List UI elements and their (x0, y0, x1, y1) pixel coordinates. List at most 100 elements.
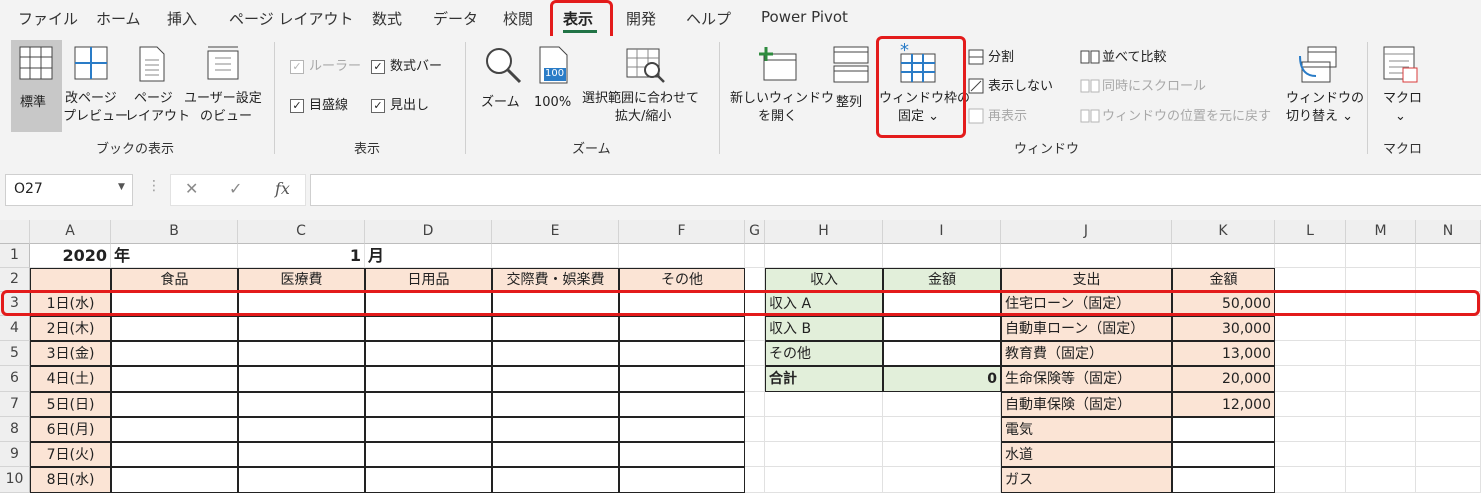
expense-entry-cell[interactable] (111, 341, 238, 366)
custom-views-button[interactable]: ユーザー設定 のビュー (183, 40, 265, 132)
row-header-2[interactable]: 2 (0, 268, 30, 292)
expense-entry-cell[interactable] (492, 442, 619, 467)
row-header-3[interactable]: 3 (0, 292, 30, 316)
cell[interactable] (1346, 467, 1416, 493)
expense-entry-cell[interactable] (238, 341, 365, 366)
view-side-by-side-button[interactable]: 並べて比較 (1102, 49, 1166, 66)
cell[interactable] (1416, 341, 1481, 366)
expense-entry-cell[interactable] (619, 341, 745, 366)
row-header-1[interactable]: 1 (0, 244, 30, 268)
row-header-7[interactable]: 7 (0, 392, 30, 417)
cell-month-unit[interactable]: 月 (365, 244, 492, 268)
cell-month[interactable]: 1 (238, 244, 365, 268)
expense-label-cell[interactable]: 自動車ローン（固定） (1001, 316, 1172, 341)
cell[interactable] (765, 244, 883, 268)
date-cell[interactable]: 6日(月) (30, 417, 111, 442)
row-header-10[interactable]: 10 (0, 467, 30, 493)
expense-entry-cell[interactable] (238, 366, 365, 392)
cancel-icon[interactable]: ✕ (185, 179, 198, 198)
expense-entry-cell[interactable] (365, 292, 492, 316)
cell[interactable] (765, 392, 883, 417)
expense-entry-cell[interactable] (238, 292, 365, 316)
income-amount-cell[interactable] (883, 316, 1001, 341)
date-cell[interactable]: 7日(火) (30, 442, 111, 467)
insert-function-icon[interactable]: fx (275, 179, 290, 198)
row-header-4[interactable]: 4 (0, 316, 30, 341)
column-header-g[interactable]: G (745, 220, 765, 244)
cell[interactable] (619, 244, 745, 268)
header-cell[interactable]: 交際費・娯楽費 (492, 268, 619, 292)
expense-entry-cell[interactable] (238, 316, 365, 341)
tab-help[interactable]: ヘルプ (686, 8, 731, 29)
cell[interactable] (1275, 341, 1346, 366)
expense-amount-cell[interactable]: 12,000 (1172, 392, 1275, 417)
cell[interactable] (1346, 392, 1416, 417)
arrange-all-button[interactable]: 整列 (830, 40, 872, 132)
income-label-cell[interactable]: 収入 A (765, 292, 883, 316)
cell[interactable] (745, 366, 765, 392)
header-cell[interactable] (30, 268, 111, 292)
cell[interactable] (883, 442, 1001, 467)
expense-amount-cell[interactable]: 30,000 (1172, 316, 1275, 341)
date-cell[interactable]: 3日(金) (30, 341, 111, 366)
cell[interactable] (492, 244, 619, 268)
header-cell[interactable]: 日用品 (365, 268, 492, 292)
expense-entry-cell[interactable] (619, 417, 745, 442)
cell[interactable] (745, 417, 765, 442)
income-total-value[interactable]: 0 (883, 366, 1001, 392)
macros-button[interactable]: マクロ ⌄ (1375, 40, 1425, 132)
column-header-j[interactable]: J (1001, 220, 1172, 244)
date-cell[interactable]: 4日(土) (30, 366, 111, 392)
column-header-i[interactable]: I (883, 220, 1001, 244)
zoom-to-selection-button[interactable]: 選択範囲に合わせて 拡大/縮小 (580, 40, 710, 132)
tab-review[interactable]: 校閲 (503, 8, 533, 29)
tab-page-layout[interactable]: ページ レイアウト (229, 8, 353, 29)
cell[interactable] (1346, 292, 1416, 316)
expense-entry-cell[interactable] (111, 292, 238, 316)
expense-entry-cell[interactable] (365, 467, 492, 493)
select-all-corner[interactable] (0, 220, 30, 244)
cell[interactable] (1275, 417, 1346, 442)
cell[interactable] (1346, 244, 1416, 268)
income-label-cell[interactable]: その他 (765, 341, 883, 366)
expense-entry-cell[interactable] (619, 467, 745, 493)
normal-view-button[interactable]: 標準 (11, 40, 62, 132)
date-cell[interactable]: 1日(水) (30, 292, 111, 316)
expense-label-cell[interactable]: 生命保険等（固定） (1001, 366, 1172, 392)
expense-entry-cell[interactable] (492, 341, 619, 366)
column-header-d[interactable]: D (365, 220, 492, 244)
cell[interactable] (1001, 244, 1172, 268)
row-header-5[interactable]: 5 (0, 341, 30, 366)
expense-entry-cell[interactable] (365, 316, 492, 341)
freeze-panes-button[interactable]: * ウィンドウ枠の 固定 ⌄ (876, 40, 970, 132)
cell-year-unit[interactable]: 年 (111, 244, 238, 268)
enter-icon[interactable]: ✓ (229, 179, 242, 198)
column-header-e[interactable]: E (492, 220, 619, 244)
split-button[interactable]: 分割 (988, 49, 1014, 66)
cell[interactable] (883, 392, 1001, 417)
expense-entry-cell[interactable] (111, 442, 238, 467)
cell[interactable] (745, 292, 765, 316)
expense-entry-cell[interactable] (238, 417, 365, 442)
cell[interactable] (1346, 316, 1416, 341)
tab-file[interactable]: ファイル (18, 8, 78, 29)
expense-entry-cell[interactable] (365, 341, 492, 366)
ruler-checkbox[interactable]: ✓ (290, 60, 304, 74)
tab-developer[interactable]: 開発 (626, 8, 656, 29)
expense-entry-cell[interactable] (365, 417, 492, 442)
column-header-m[interactable]: M (1346, 220, 1416, 244)
expense-entry-cell[interactable] (492, 417, 619, 442)
column-header-c[interactable]: C (238, 220, 365, 244)
expense-label-cell[interactable]: 水道 (1001, 442, 1172, 467)
expense-amount-cell[interactable]: 13,000 (1172, 341, 1275, 366)
expense-amount-cell[interactable]: 50,000 (1172, 292, 1275, 316)
header-cell[interactable]: その他 (619, 268, 745, 292)
income-amount-cell[interactable] (883, 341, 1001, 366)
expense-entry-cell[interactable] (619, 442, 745, 467)
zoom-button[interactable]: ズーム (478, 40, 528, 132)
cell[interactable] (1172, 244, 1275, 268)
income-amount-cell[interactable] (883, 292, 1001, 316)
cell[interactable] (765, 417, 883, 442)
expense-amount-cell[interactable] (1172, 417, 1275, 442)
expense-amount-cell[interactable] (1172, 442, 1275, 467)
